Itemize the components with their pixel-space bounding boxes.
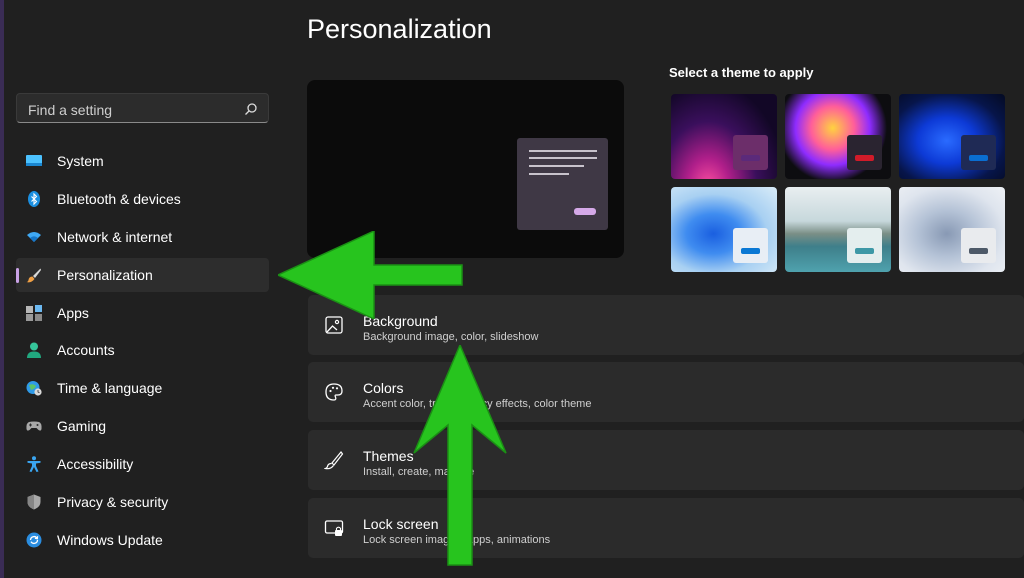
theme-color-chip (733, 135, 768, 170)
themes-heading: Select a theme to apply (669, 65, 814, 80)
card-subtitle: Background image, color, slideshow (363, 331, 539, 343)
theme-color-chip (961, 228, 996, 263)
sidebar-item-label: Bluetooth & devices (57, 190, 181, 207)
sidebar-item-time-language[interactable]: Time & language (16, 371, 269, 405)
apps-icon (26, 304, 42, 321)
sidebar-item-label: Personalization (57, 266, 153, 283)
theme-color-chip (961, 135, 996, 170)
account-icon (27, 342, 41, 359)
wifi-icon (27, 231, 41, 242)
window-edge (0, 0, 4, 578)
sidebar-item-label: Gaming (57, 418, 107, 435)
pen-brush-icon (324, 451, 344, 470)
palette-icon (325, 383, 343, 401)
lock-screen-icon (324, 520, 344, 536)
theme-color-chip (847, 135, 882, 170)
sidebar-item-label: Accounts (57, 342, 115, 359)
sidebar-item-accounts[interactable]: Accounts (16, 333, 269, 367)
theme-thumbnail-windows-light[interactable] (671, 187, 777, 272)
search-input[interactable] (26, 100, 230, 120)
annotation-arrow-up (413, 345, 507, 566)
theme-color-chip (847, 228, 882, 263)
sidebar-item-label: Privacy & security (57, 494, 169, 511)
gamepad-icon (26, 421, 42, 431)
theme-thumbnail-glow[interactable] (671, 94, 777, 179)
sidebar-item-gaming[interactable]: Gaming (16, 409, 269, 443)
sidebar-item-label: Time & language (57, 380, 163, 397)
search-box[interactable] (16, 93, 269, 123)
annotation-arrow-left (278, 231, 463, 319)
sidebar-item-label: Apps (57, 304, 89, 321)
sidebar-item-privacy-security[interactable]: Privacy & security (16, 485, 269, 519)
sidebar-item-label: Windows Update (57, 531, 163, 548)
bluetooth-icon (28, 190, 40, 207)
active-indicator (16, 267, 19, 283)
theme-thumbnail-windows-dark[interactable] (899, 94, 1005, 179)
sidebar-item-network[interactable]: Network & internet (16, 220, 269, 254)
update-icon (26, 532, 42, 548)
theme-thumbnail-flow[interactable] (899, 187, 1005, 272)
sidebar-item-bluetooth[interactable]: Bluetooth & devices (16, 182, 269, 216)
sidebar-item-label: Accessibility (57, 456, 134, 473)
theme-thumbnail-captured-motion[interactable] (785, 94, 891, 179)
card-title: Colors (363, 380, 404, 396)
sidebar-item-label: Network & internet (57, 228, 173, 245)
sidebar-item-system[interactable]: System (16, 144, 269, 178)
theme-thumbnail-sunrise[interactable] (785, 187, 891, 272)
sidebar-nav: System Bluetooth & devices Network & int… (16, 144, 269, 561)
sidebar-item-accessibility[interactable]: Accessibility (16, 447, 269, 481)
system-icon (26, 155, 42, 166)
card-title: Themes (363, 448, 414, 464)
sidebar-item-personalization[interactable]: Personalization (16, 257, 269, 292)
brush-icon (26, 268, 41, 283)
page-title: Personalization (307, 14, 492, 44)
sidebar-item-apps[interactable]: Apps (16, 296, 269, 330)
sidebar-item-label: System (57, 153, 104, 169)
shield-icon (27, 494, 41, 510)
globe-clock-icon (26, 381, 42, 396)
sidebar-item-windows-update[interactable]: Windows Update (16, 523, 269, 557)
theme-color-chip (733, 228, 768, 263)
preview-window (517, 138, 608, 230)
search-icon[interactable] (244, 102, 258, 116)
accessibility-icon (27, 456, 41, 473)
